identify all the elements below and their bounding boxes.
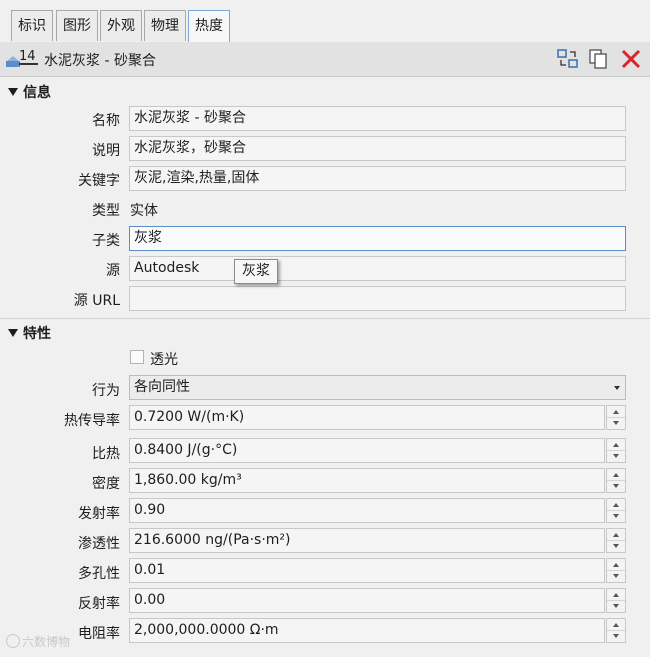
reflectivity-stepper[interactable] [606,588,626,613]
spin-up-icon[interactable] [607,529,625,541]
watermark: 六数博物 [6,633,70,650]
collapse-arrow-icon [8,329,18,337]
type-value: 实体 [130,203,158,219]
porosity-field[interactable]: 0.01 [129,558,605,583]
spin-up-icon[interactable] [607,406,625,418]
description-field[interactable]: 水泥灰浆，砂聚合 [129,136,626,161]
tab-identity[interactable]: 标识 [11,10,53,41]
transparent-label: 透光 [150,352,178,368]
asset-badge: 14 [19,49,36,64]
spin-down-icon[interactable] [607,418,625,429]
spin-down-icon[interactable] [607,601,625,612]
tooltip: 灰浆 [234,259,278,284]
density-stepper[interactable] [606,468,626,493]
label-behavior: 行为 [92,383,120,399]
density-field[interactable]: 1,860.00 kg/m³ [129,468,605,493]
spin-up-icon[interactable] [607,619,625,631]
source-field[interactable]: Autodesk [129,256,626,281]
emissivity-field[interactable]: 0.90 [129,498,605,523]
porosity-stepper[interactable] [606,558,626,583]
behavior-value: 各向同性 [134,379,190,395]
resistivity-field[interactable]: 2,000,000.0000 Ω·m [129,618,605,643]
source-url-field[interactable] [129,286,626,311]
section-divider [0,318,650,319]
collapse-arrow-icon [8,88,18,96]
thermal-asset-icon: 14 [5,48,39,70]
spin-down-icon[interactable] [607,511,625,522]
name-field[interactable]: 水泥灰浆 - 砂聚合 [129,106,626,131]
tab-thermal[interactable]: 热度 [188,10,230,42]
label-keywords: 关键字 [78,173,120,189]
resistivity-stepper[interactable] [606,618,626,643]
spin-up-icon[interactable] [607,439,625,451]
duplicate-icon[interactable] [557,49,579,69]
spin-up-icon[interactable] [607,469,625,481]
label-subclass: 子类 [92,233,120,249]
tab-graphics[interactable]: 图形 [56,10,98,41]
label-permeability: 渗透性 [78,536,120,552]
spin-up-icon[interactable] [607,589,625,601]
tab-physical[interactable]: 物理 [144,10,186,41]
spin-up-icon[interactable] [607,499,625,511]
label-source: 源 [106,263,120,279]
watermark-text: 六数博物 [22,635,71,649]
label-specific-heat: 比热 [92,446,120,462]
label-porosity: 多孔性 [78,566,120,582]
label-source-url: 源 URL [73,293,120,309]
spin-down-icon[interactable] [607,631,625,642]
asset-header: 14 水泥灰浆 - 砂聚合 [0,42,650,77]
section-properties-label: 特性 [23,326,51,342]
label-resistivity: 电阻率 [78,626,120,642]
permeability-stepper[interactable] [606,528,626,553]
section-properties[interactable]: 特性 [8,323,51,343]
transparent-checkbox[interactable] [130,350,144,364]
label-type: 类型 [92,203,120,219]
keywords-field[interactable]: 灰泥,渲染,热量,固体 [129,166,626,191]
thermal-conductivity-stepper[interactable] [606,405,626,430]
tab-appearance[interactable]: 外观 [100,10,142,41]
label-name: 名称 [92,113,120,129]
thermal-conductivity-field[interactable]: 0.7200 W/(m·K) [129,405,605,430]
specific-heat-field[interactable]: 0.8400 J/(g·°C) [129,438,605,463]
permeability-field[interactable]: 216.6000 ng/(Pa·s·m²) [129,528,605,553]
close-icon[interactable] [620,49,642,69]
tab-bar: 标识 图形 外观 物理 热度 [0,0,650,43]
spin-down-icon[interactable] [607,481,625,492]
spin-down-icon[interactable] [607,541,625,552]
label-density: 密度 [92,476,120,492]
label-reflectivity: 反射率 [78,596,120,612]
specific-heat-stepper[interactable] [606,438,626,463]
label-emissivity: 发射率 [78,506,120,522]
section-info[interactable]: 信息 [8,82,51,102]
label-description: 说明 [92,143,120,159]
behavior-select[interactable]: 各向同性 [129,375,626,400]
emissivity-stepper[interactable] [606,498,626,523]
label-thermal-conductivity: 热传导率 [64,413,120,429]
subclass-field[interactable]: 灰浆 [129,226,626,251]
reflectivity-field[interactable]: 0.00 [129,588,605,613]
section-info-label: 信息 [23,85,51,101]
copy-icon[interactable] [588,49,610,69]
chevron-down-icon [614,386,620,390]
spin-down-icon[interactable] [607,451,625,462]
asset-title: 水泥灰浆 - 砂聚合 [44,53,156,69]
spin-up-icon[interactable] [607,559,625,571]
spin-down-icon[interactable] [607,571,625,582]
watermark-logo-icon [6,634,20,648]
